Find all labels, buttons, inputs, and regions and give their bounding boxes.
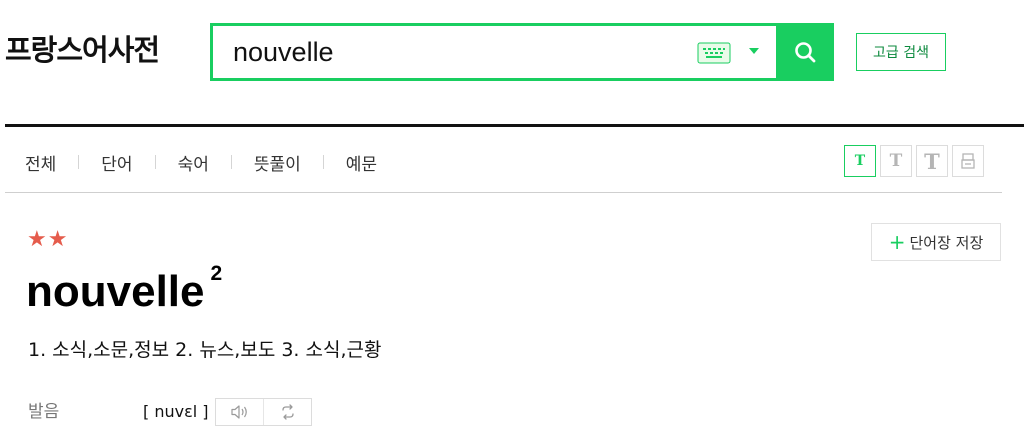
- search-box: [210, 23, 834, 81]
- font-size-controls: T T T: [844, 145, 984, 177]
- tab-definition[interactable]: 뜻풀이: [254, 150, 301, 175]
- pronunciation-ipa: [ nuvɛl ]: [143, 402, 209, 421]
- importance-stars: ★★: [27, 227, 69, 252]
- speaker-icon[interactable]: [216, 399, 263, 425]
- homonym-number: 2: [210, 262, 223, 285]
- entry-headword: nouvelle 2: [26, 262, 222, 322]
- tab-separator: [230, 155, 232, 169]
- tab-idiom[interactable]: 숙어: [178, 150, 209, 175]
- search-button[interactable]: [776, 23, 834, 81]
- tab-word[interactable]: 단어: [101, 150, 132, 175]
- tabs-divider: [5, 192, 1002, 193]
- search-icon: [795, 42, 816, 63]
- headword-text: nouvelle: [26, 267, 205, 316]
- font-size-medium-icon[interactable]: T: [880, 145, 912, 177]
- repeat-icon[interactable]: [263, 399, 311, 425]
- tab-separator: [154, 155, 156, 169]
- advanced-search-button[interactable]: 고급 검색: [856, 33, 946, 71]
- result-tabs: 전체 단어 숙어 뜻풀이 예문: [25, 150, 377, 175]
- tab-separator: [78, 155, 80, 169]
- font-size-small-icon[interactable]: T: [844, 145, 876, 177]
- entry-meanings: 1. 소식,소문,정보 2. 뉴스,보도 3. 소식,근황: [28, 339, 382, 361]
- font-size-large-icon[interactable]: T: [916, 145, 948, 177]
- tab-all[interactable]: 전체: [25, 150, 56, 175]
- keyboard-dropdown-arrow[interactable]: [749, 48, 759, 54]
- header-divider: [5, 124, 1024, 127]
- save-to-wordbook-label: 단어장 저장: [909, 233, 984, 252]
- site-logo[interactable]: 프랑스어사전: [5, 30, 160, 70]
- tab-example[interactable]: 예문: [346, 150, 377, 175]
- tab-separator: [322, 155, 324, 169]
- plus-icon: +: [888, 230, 906, 254]
- keyboard-icon[interactable]: [697, 42, 731, 64]
- print-icon[interactable]: [952, 145, 984, 177]
- pronunciation-controls: [215, 398, 312, 426]
- save-to-wordbook-button[interactable]: + 단어장 저장: [871, 223, 1001, 261]
- search-input[interactable]: [233, 36, 683, 68]
- pronunciation-label: 발음: [28, 402, 60, 422]
